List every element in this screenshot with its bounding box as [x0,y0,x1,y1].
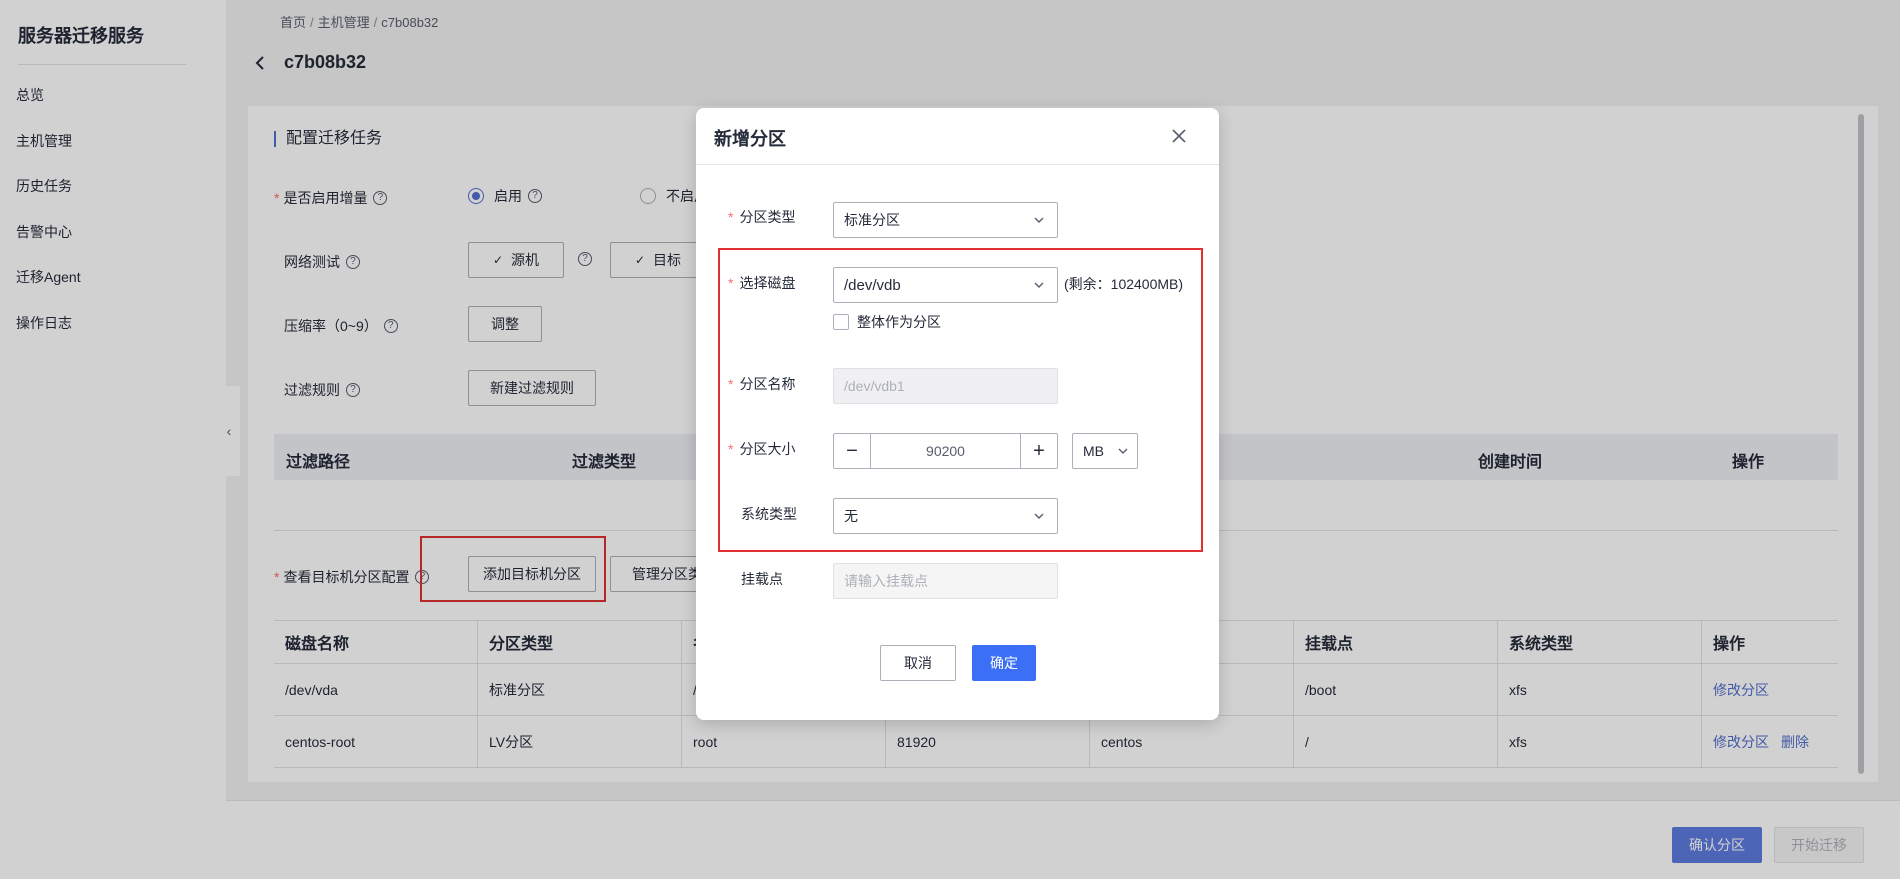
close-icon[interactable] [1169,126,1189,146]
cancel-button[interactable]: 取消 [880,645,956,681]
mount-point-input[interactable]: 请输入挂载点 [833,563,1058,599]
dialog-divider [696,164,1219,165]
chevron-down-icon [1034,217,1044,223]
mount-point-label: 挂载点 [741,571,783,587]
partition-type-select[interactable]: 标准分区 [833,202,1058,238]
dialog-title: 新增分区 [714,129,786,149]
partition-type-label: * 分区类型 [728,209,796,225]
highlight-box [718,248,1203,552]
ok-button[interactable]: 确定 [972,645,1036,681]
